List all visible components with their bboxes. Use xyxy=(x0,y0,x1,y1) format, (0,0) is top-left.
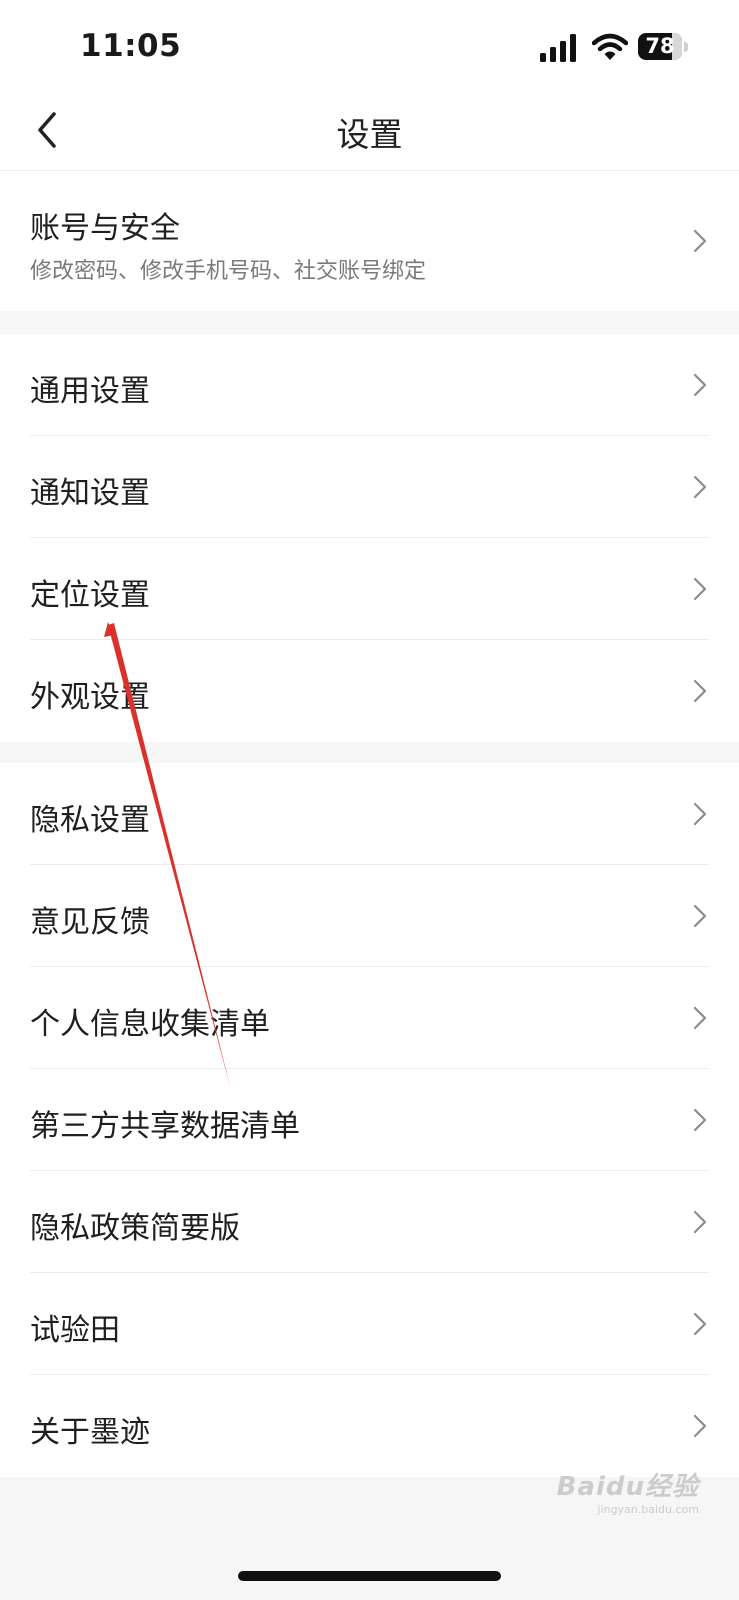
settings-item-label: 个人信息收集清单 xyxy=(30,1007,270,1042)
settings-item-appearance[interactable]: 外观设置 xyxy=(0,640,739,742)
settings-item-privacy[interactable]: 隐私设置 xyxy=(0,763,739,865)
chevron-right-icon xyxy=(693,1414,707,1438)
account-security-label: 账号与安全 xyxy=(30,211,180,246)
general-settings-section: 通用设置 通知设置 定位设置 外观设置 xyxy=(0,334,739,742)
settings-item-privacy-policy-summary[interactable]: 隐私政策简要版 xyxy=(0,1171,739,1273)
cellular-signal-icon xyxy=(540,34,576,62)
chevron-right-icon xyxy=(693,1108,707,1132)
page-title: 设置 xyxy=(336,115,403,154)
info-settings-section: 隐私设置 意见反馈 个人信息收集清单 第三方共享数据清单 隐私政策简要版 试验田… xyxy=(0,763,739,1477)
chevron-right-icon xyxy=(693,577,707,601)
chevron-right-icon xyxy=(693,229,707,253)
settings-item-location[interactable]: 定位设置 xyxy=(0,538,739,640)
settings-item-label: 第三方共享数据清单 xyxy=(30,1109,300,1144)
settings-item-label: 通知设置 xyxy=(30,476,150,511)
settings-item-general[interactable]: 通用设置 xyxy=(0,334,739,436)
settings-item-notification[interactable]: 通知设置 xyxy=(0,436,739,538)
settings-item-label: 外观设置 xyxy=(30,680,150,715)
nav-bar: 设置 xyxy=(0,90,739,171)
settings-item-about[interactable]: 关于墨迹 xyxy=(0,1375,739,1477)
account-section: 账号与安全 修改密码、修改手机号码、社交账号绑定 xyxy=(0,171,739,311)
settings-item-label: 隐私设置 xyxy=(30,803,150,838)
settings-item-label: 通用设置 xyxy=(30,374,150,409)
battery-body: 78 xyxy=(638,33,682,60)
baidu-watermark: Baidu经验 jingyan.baidu.com xyxy=(557,1466,699,1516)
account-security-item[interactable]: 账号与安全 修改密码、修改手机号码、社交账号绑定 xyxy=(0,171,739,311)
chevron-right-icon xyxy=(693,1312,707,1336)
chevron-right-icon xyxy=(693,679,707,703)
chevron-right-icon xyxy=(693,475,707,499)
battery-tip xyxy=(684,42,688,52)
settings-item-label: 定位设置 xyxy=(30,578,150,613)
settings-item-third-party-data-list[interactable]: 第三方共享数据清单 xyxy=(0,1069,739,1171)
status-time: 11:05 xyxy=(80,28,182,64)
settings-item-personal-info-list[interactable]: 个人信息收集清单 xyxy=(0,967,739,1069)
chevron-right-icon xyxy=(693,802,707,826)
chevron-right-icon xyxy=(693,1006,707,1030)
watermark-brand: Baidu经验 xyxy=(556,1472,699,1502)
battery-icon: 78 xyxy=(638,33,690,60)
settings-item-label: 意见反馈 xyxy=(30,905,150,940)
wifi-icon xyxy=(592,33,628,60)
account-security-description: 修改密码、修改手机号码、社交账号绑定 xyxy=(30,259,427,284)
settings-item-label: 关于墨迹 xyxy=(30,1415,150,1450)
settings-item-lab[interactable]: 试验田 xyxy=(0,1273,739,1375)
battery-level: 78 xyxy=(645,34,675,58)
settings-item-label: 试验田 xyxy=(30,1313,120,1348)
settings-item-label: 隐私政策简要版 xyxy=(30,1211,240,1246)
home-indicator[interactable] xyxy=(238,1571,501,1581)
chevron-right-icon xyxy=(693,904,707,928)
settings-item-feedback[interactable]: 意见反馈 xyxy=(0,865,739,967)
watermark-url: jingyan.baidu.com xyxy=(597,1503,699,1516)
chevron-right-icon xyxy=(693,1210,707,1234)
status-bar: 11:05 78 xyxy=(0,0,739,90)
chevron-right-icon xyxy=(693,373,707,397)
